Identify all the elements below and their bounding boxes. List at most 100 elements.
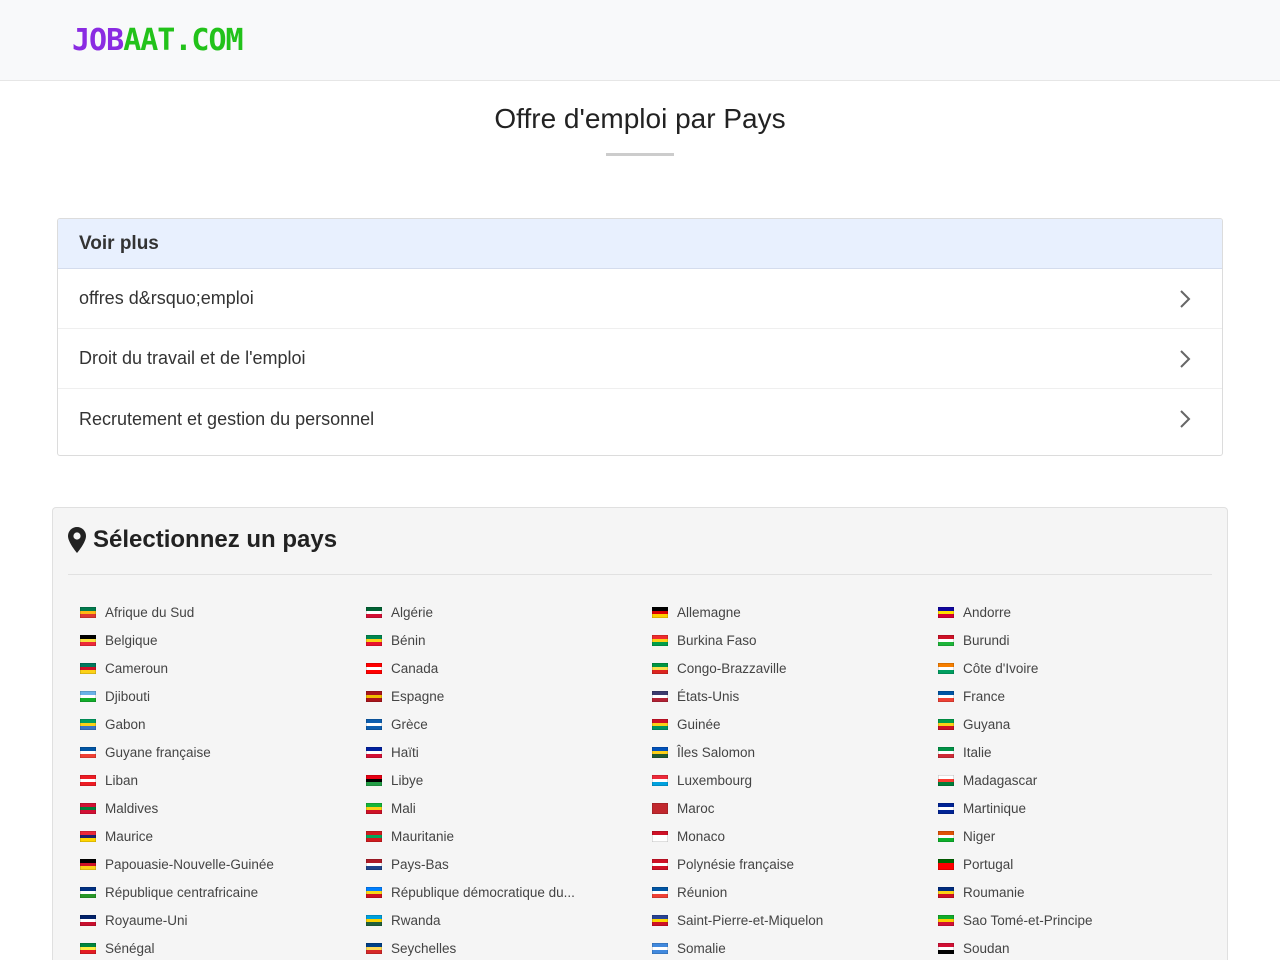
flag-icon <box>652 802 668 814</box>
country-name: Royaume-Uni <box>105 912 188 928</box>
country-link[interactable]: Réunion <box>652 878 938 906</box>
country-link[interactable]: Italie <box>938 738 1224 766</box>
flag-icon <box>80 718 96 730</box>
country-name: France <box>963 688 1006 704</box>
country-grid: Afrique du Sud Algérie Allemagne Andorre Bel… <box>80 598 1224 960</box>
country-name: Seychelles <box>391 940 457 956</box>
flag-icon <box>938 690 954 702</box>
flag-icon <box>80 858 96 870</box>
country-link[interactable]: Bénin <box>366 626 652 654</box>
country-link[interactable]: Papouasie-Nouvelle-Guinée <box>80 850 366 878</box>
country-name: Allemagne <box>677 604 741 620</box>
country-link[interactable]: Rwanda <box>366 906 652 934</box>
country-link[interactable]: Allemagne <box>652 598 938 626</box>
flag-icon <box>938 606 954 618</box>
country-link[interactable]: Royaume-Uni <box>80 906 366 934</box>
country-name: Burundi <box>963 632 1010 648</box>
country-link[interactable]: République centrafricaine <box>80 878 366 906</box>
flag-icon <box>652 942 668 954</box>
country-link[interactable]: Saint-Pierre-et-Miquelon <box>652 906 938 934</box>
country-link[interactable]: Burkina Faso <box>652 626 938 654</box>
country-name: Luxembourg <box>677 772 753 788</box>
country-link[interactable]: Roumanie <box>938 878 1224 906</box>
country-link[interactable]: Luxembourg <box>652 766 938 794</box>
country-name: Italie <box>963 744 992 760</box>
country-link[interactable]: Martinique <box>938 794 1224 822</box>
country-name: Niger <box>963 828 996 844</box>
country-link[interactable]: Libye <box>366 766 652 794</box>
country-link[interactable]: Haïti <box>366 738 652 766</box>
country-link[interactable]: Belgique <box>80 626 366 654</box>
flag-icon <box>80 634 96 646</box>
flag-icon <box>366 802 382 814</box>
country-name: Gabon <box>105 716 146 732</box>
country-link[interactable]: Sao Tomé-et-Principe <box>938 906 1224 934</box>
country-link[interactable]: France <box>938 682 1224 710</box>
country-link[interactable]: République démocratique du... <box>366 878 652 906</box>
country-link[interactable]: Grèce <box>366 710 652 738</box>
voir-plus-card: Voir plus offres d&rsquo;emploi Droit du … <box>57 218 1223 456</box>
voir-plus-item[interactable]: offres d&rsquo;emploi <box>58 269 1222 329</box>
country-header-divider <box>68 574 1212 575</box>
country-name: Monaco <box>677 828 726 844</box>
flag-icon <box>652 634 668 646</box>
country-link[interactable]: Liban <box>80 766 366 794</box>
flag-icon <box>80 830 96 842</box>
title-underline <box>606 153 674 156</box>
country-link[interactable]: Afrique du Sud <box>80 598 366 626</box>
country-name: Rwanda <box>391 912 441 928</box>
flag-icon <box>652 914 668 926</box>
country-name: Liban <box>105 772 139 788</box>
flag-icon <box>652 662 668 674</box>
country-link[interactable]: Andorre <box>938 598 1224 626</box>
chevron-right-icon <box>1180 410 1191 428</box>
country-link[interactable]: Maldives <box>80 794 366 822</box>
country-name: Burkina Faso <box>677 632 757 648</box>
country-link[interactable]: Îles Salomon <box>652 738 938 766</box>
country-name: Sénégal <box>105 940 155 956</box>
country-link[interactable]: Congo-Brazzaville <box>652 654 938 682</box>
country-link[interactable]: Polynésie française <box>652 850 938 878</box>
country-link[interactable]: Maroc <box>652 794 938 822</box>
country-link[interactable]: Guyane française <box>80 738 366 766</box>
country-name: Madagascar <box>963 772 1038 788</box>
voir-plus-header: Voir plus <box>58 219 1222 269</box>
site-logo[interactable]: JOBAAT.COM <box>72 24 244 58</box>
country-link[interactable]: Cameroun <box>80 654 366 682</box>
voir-plus-item[interactable]: Droit du travail et de l'emploi <box>58 329 1222 389</box>
country-link[interactable]: Sénégal <box>80 934 366 960</box>
country-link[interactable]: Canada <box>366 654 652 682</box>
country-link[interactable]: Mauritanie <box>366 822 652 850</box>
map-marker-icon <box>68 527 86 553</box>
voir-plus-item[interactable]: Recrutement et gestion du personnel <box>58 389 1222 449</box>
country-link[interactable]: Mali <box>366 794 652 822</box>
country-link[interactable]: Côte d'Ivoire <box>938 654 1224 682</box>
country-link[interactable]: Guinée <box>652 710 938 738</box>
country-link[interactable]: États-Unis <box>652 682 938 710</box>
flag-icon <box>938 886 954 898</box>
country-link[interactable]: Niger <box>938 822 1224 850</box>
country-link[interactable]: Madagascar <box>938 766 1224 794</box>
flag-icon <box>366 746 382 758</box>
country-link[interactable]: Soudan <box>938 934 1224 960</box>
country-link[interactable]: Algérie <box>366 598 652 626</box>
flag-icon <box>938 914 954 926</box>
country-name: Côte d'Ivoire <box>963 660 1039 676</box>
country-link[interactable]: Guyana <box>938 710 1224 738</box>
country-link[interactable]: Burundi <box>938 626 1224 654</box>
country-link[interactable]: Pays-Bas <box>366 850 652 878</box>
country-name: Cameroun <box>105 660 169 676</box>
country-link[interactable]: Seychelles <box>366 934 652 960</box>
country-link[interactable]: Djibouti <box>80 682 366 710</box>
flag-icon <box>80 746 96 758</box>
country-link[interactable]: Monaco <box>652 822 938 850</box>
country-name: Guinée <box>677 716 721 732</box>
country-link[interactable]: Gabon <box>80 710 366 738</box>
flag-icon <box>80 802 96 814</box>
flag-icon <box>366 662 382 674</box>
country-selector-title: Sélectionnez un pays <box>93 526 338 553</box>
country-link[interactable]: Portugal <box>938 850 1224 878</box>
country-link[interactable]: Maurice <box>80 822 366 850</box>
country-link[interactable]: Somalie <box>652 934 938 960</box>
country-link[interactable]: Espagne <box>366 682 652 710</box>
